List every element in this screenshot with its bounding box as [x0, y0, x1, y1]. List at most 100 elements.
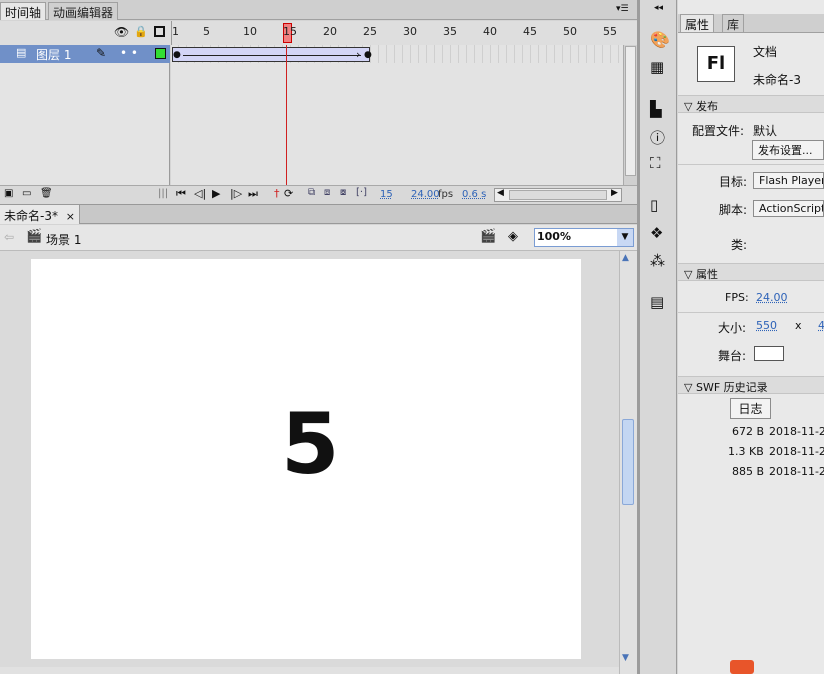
tween-arrow-head: ›	[356, 48, 361, 61]
ruler-tick: 20	[323, 25, 337, 38]
close-icon[interactable]: ×	[66, 210, 75, 223]
scroll-down-icon[interactable]: ▼	[622, 653, 629, 663]
pencil-icon: ✎	[96, 46, 107, 60]
scroll-thumb[interactable]	[622, 419, 634, 505]
tab-motion-editor[interactable]: 动画编辑器	[48, 2, 119, 20]
ruler-tick: 45	[523, 25, 537, 38]
tab-timeline[interactable]: 时间轴	[0, 2, 47, 20]
onion-skin-icon[interactable]: ⧉	[308, 187, 315, 198]
elapsed-time[interactable]: 0.6 s	[462, 189, 486, 200]
watermark-logo-icon	[730, 660, 754, 674]
play-icon[interactable]: ▶	[212, 187, 220, 200]
new-layer-icon[interactable]: ▣	[4, 188, 13, 199]
motion-presets-icon[interactable]: ⁂	[650, 252, 665, 270]
timeline-header: 👁 🔒 1 5 10 15 20 25 30 35 40 45 50 55	[0, 21, 637, 45]
log-button[interactable]: 日志	[730, 398, 771, 419]
width-field[interactable]: 550	[756, 319, 777, 332]
ruler-tick: 55	[603, 25, 617, 38]
layer-list	[0, 45, 170, 185]
fps-field[interactable]: 24.00	[756, 291, 788, 304]
publish-section-header[interactable]: ▽ 发布	[678, 95, 824, 113]
layer-row[interactable]: ▤ 图层 1 ✎ • •	[0, 45, 170, 63]
eye-icon[interactable]: 👁	[114, 25, 129, 39]
onion-markers-icon[interactable]: [·]	[356, 187, 367, 198]
swf-history-section-header[interactable]: ▽ SWF 历史记录	[678, 376, 824, 394]
properties-tabbar: 属性 库	[678, 14, 824, 33]
tab-library[interactable]: 库	[722, 14, 745, 32]
ruler-tick: 5	[203, 25, 210, 38]
publish-settings-button[interactable]: 发布设置...	[752, 140, 824, 160]
frame-ruler[interactable]: 1 5 10 15 20 25 30 35 40 45 50 55	[171, 21, 623, 45]
fps-value[interactable]: 24.00	[411, 189, 440, 200]
scene-name[interactable]: 场景 1	[46, 231, 81, 248]
properties-section-header[interactable]: ▽ 属性	[678, 263, 824, 281]
back-arrow-icon[interactable]: ⇦	[4, 230, 14, 244]
stage-color-swatch[interactable]	[754, 346, 784, 361]
timeline-hscroll[interactable]: ◀ ▶	[494, 188, 622, 202]
document-tab[interactable]: 未命名-3* ×	[0, 205, 81, 224]
playhead-line	[286, 45, 287, 190]
align-icon[interactable]: ▙	[650, 100, 662, 118]
scroll-thumb[interactable]	[509, 190, 607, 200]
first-frame-icon[interactable]: ⏮	[176, 187, 186, 201]
fps-unit: fps	[438, 189, 454, 200]
tween-span[interactable]: ● › ●	[172, 47, 372, 62]
onion-outline-icon[interactable]: ⧈	[324, 187, 330, 198]
delete-icon[interactable]: 🗑	[40, 188, 53, 199]
loop-icon[interactable]: ⟳	[284, 187, 293, 200]
scroll-right-icon[interactable]: ▶	[611, 188, 618, 198]
transform-icon[interactable]: ⛶	[650, 154, 661, 172]
class-label: 类:	[731, 238, 748, 252]
stage[interactable]: 5	[31, 259, 581, 659]
layer-icon: ▤	[16, 46, 27, 59]
tab-properties[interactable]: 属性	[680, 14, 715, 32]
target-label: 目标:	[719, 175, 748, 189]
layer-name[interactable]: 图层 1	[36, 46, 71, 63]
color-palette-icon[interactable]: 🎨	[650, 30, 670, 49]
profile-value: 默认	[753, 124, 778, 138]
scroll-up-icon[interactable]: ▲	[622, 253, 629, 263]
ruler-tick: 25	[363, 25, 377, 38]
panel-menu-icon[interactable]: ▾☰	[616, 4, 629, 14]
actions-icon[interactable]: ▯	[650, 196, 658, 214]
doc-type: 文档	[753, 45, 778, 59]
frames-area[interactable]	[171, 45, 623, 185]
scroll-thumb[interactable]	[625, 46, 636, 176]
target-select[interactable]: Flash Player	[753, 172, 824, 189]
new-folder-icon[interactable]: ▭	[22, 188, 31, 199]
stage-text[interactable]: 5	[281, 399, 339, 489]
zoom-select[interactable]: 100% ▼	[534, 228, 634, 247]
history-date: 2018-11-29	[769, 465, 824, 478]
scroll-left-icon[interactable]: ◀	[497, 188, 504, 198]
script-select[interactable]: ActionScript	[753, 200, 824, 217]
edit-symbols-icon[interactable]: ◈	[508, 229, 518, 244]
ruler-tick: 10	[243, 25, 257, 38]
project-icon[interactable]: ▤	[650, 293, 664, 311]
doc-name: 未命名-3	[753, 73, 801, 87]
layer-color-swatch[interactable]	[155, 48, 166, 59]
swatches-icon[interactable]: ▦	[650, 58, 664, 76]
ruler-tick: 30	[403, 25, 417, 38]
timeline-scrollbar[interactable]	[623, 45, 637, 185]
height-field[interactable]: 4	[818, 319, 824, 332]
chevron-down-icon[interactable]: ▼	[617, 229, 633, 246]
next-frame-icon[interactable]: |▷	[230, 187, 242, 200]
edit-scene-icon[interactable]: 🎬	[480, 229, 496, 244]
profile-label: 配置文件:	[692, 124, 745, 138]
layer-visibility-dots[interactable]: • •	[120, 46, 138, 60]
components-icon[interactable]: ❖	[650, 224, 663, 242]
collapse-icon[interactable]: ◂◂	[654, 3, 663, 13]
lock-icon[interactable]: 🔒	[134, 25, 148, 38]
stage-scrollbar[interactable]: ▲ ▼	[619, 251, 637, 674]
center-frame-icon[interactable]: †	[274, 187, 280, 200]
info-icon[interactable]: ⓘ	[650, 127, 665, 148]
outline-icon[interactable]	[154, 26, 165, 37]
current-frame-value[interactable]: 15	[380, 189, 393, 200]
last-frame-icon[interactable]: ⏭	[248, 187, 258, 201]
history-size: 672 B	[732, 425, 765, 438]
divider	[678, 164, 824, 165]
prev-frame-icon[interactable]: ◁|	[194, 187, 206, 200]
zoom-value: 100%	[537, 230, 571, 243]
stage-hscrollbar[interactable]	[0, 667, 619, 674]
edit-multiple-icon[interactable]: ⧇	[340, 187, 346, 198]
